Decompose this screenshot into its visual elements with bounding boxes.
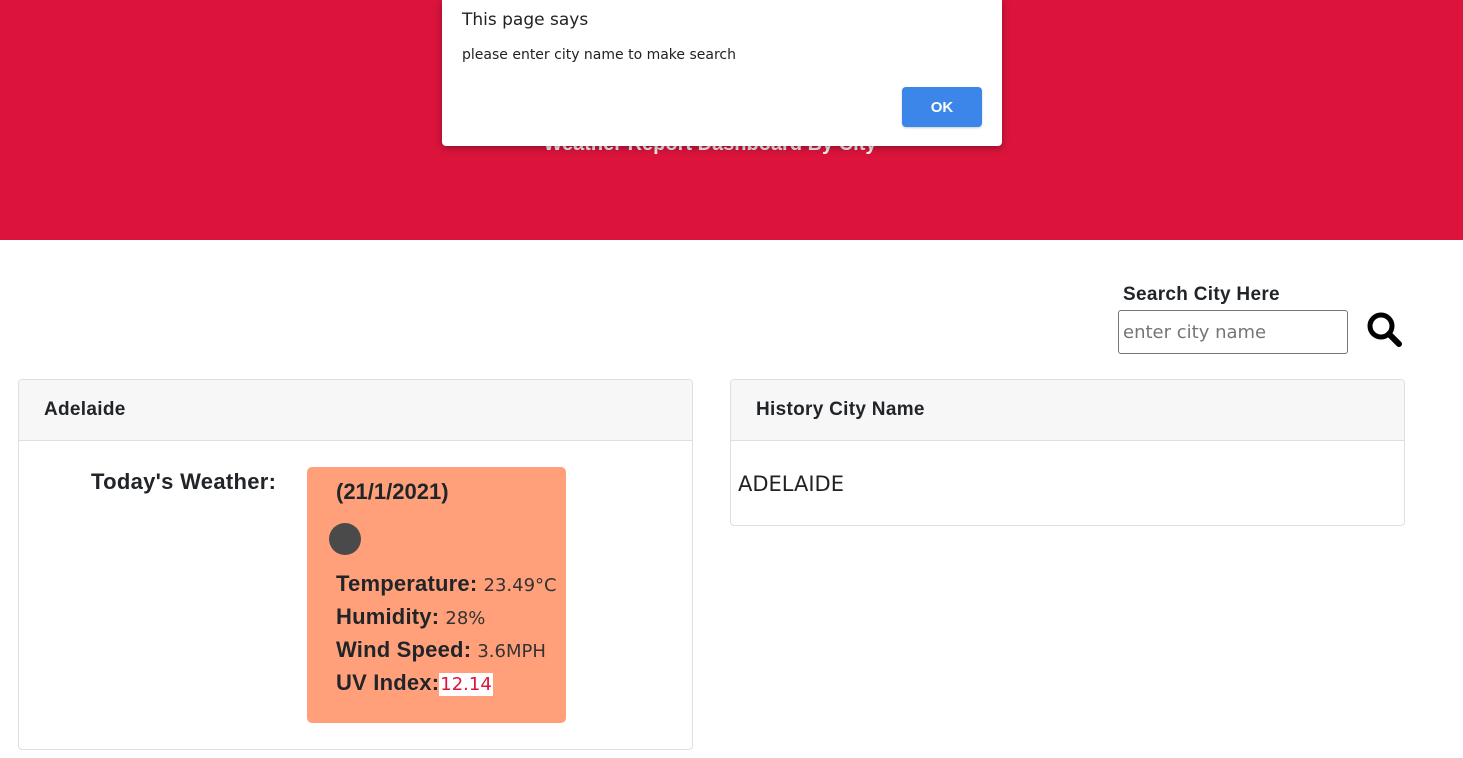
weather-icon [329, 523, 361, 555]
history-city-item[interactable]: ADELAIDE [738, 472, 844, 496]
weather-card-city: Adelaide [19, 380, 692, 441]
alert-dialog-title: This page says [462, 10, 589, 30]
search-button[interactable] [1362, 308, 1406, 352]
uv-index-label: UV Index: [336, 670, 440, 695]
todays-weather-label: Today's Weather: [91, 469, 277, 494]
uv-index-value: 12.14 [439, 673, 493, 696]
alert-dialog-message: please enter city name to make search [462, 47, 736, 63]
alert-ok-button[interactable]: OK [902, 87, 982, 127]
humidity-label: Humidity: [336, 604, 440, 629]
weather-card: Adelaide Today's Weather: (21/1/2021) Te… [18, 379, 693, 750]
temperature-row: Temperature: 23.49°C [336, 571, 557, 597]
forecast-date: (21/1/2021) [336, 479, 449, 504]
humidity-value: 28% [445, 608, 486, 629]
uv-index-row: UV Index:12.14 [336, 670, 493, 696]
search-label: Search City Here [1123, 284, 1280, 305]
history-card: History City Name ADELAIDE [730, 379, 1405, 526]
search-input[interactable] [1118, 310, 1348, 354]
humidity-row: Humidity: 28% [336, 604, 485, 630]
wind-speed-value: 3.6MPH [477, 641, 546, 662]
alert-dialog: This page says please enter city name to… [442, 0, 1002, 146]
temperature-value: 23.49°C [483, 575, 557, 596]
temperature-label: Temperature: [336, 571, 478, 596]
wind-speed-label: Wind Speed: [336, 637, 472, 662]
search-icon [1367, 312, 1402, 347]
today-forecast-box: (21/1/2021) Temperature: 23.49°C Humidit… [307, 467, 566, 723]
history-card-title: History City Name [731, 380, 1404, 441]
wind-speed-row: Wind Speed: 3.6MPH [336, 637, 546, 663]
